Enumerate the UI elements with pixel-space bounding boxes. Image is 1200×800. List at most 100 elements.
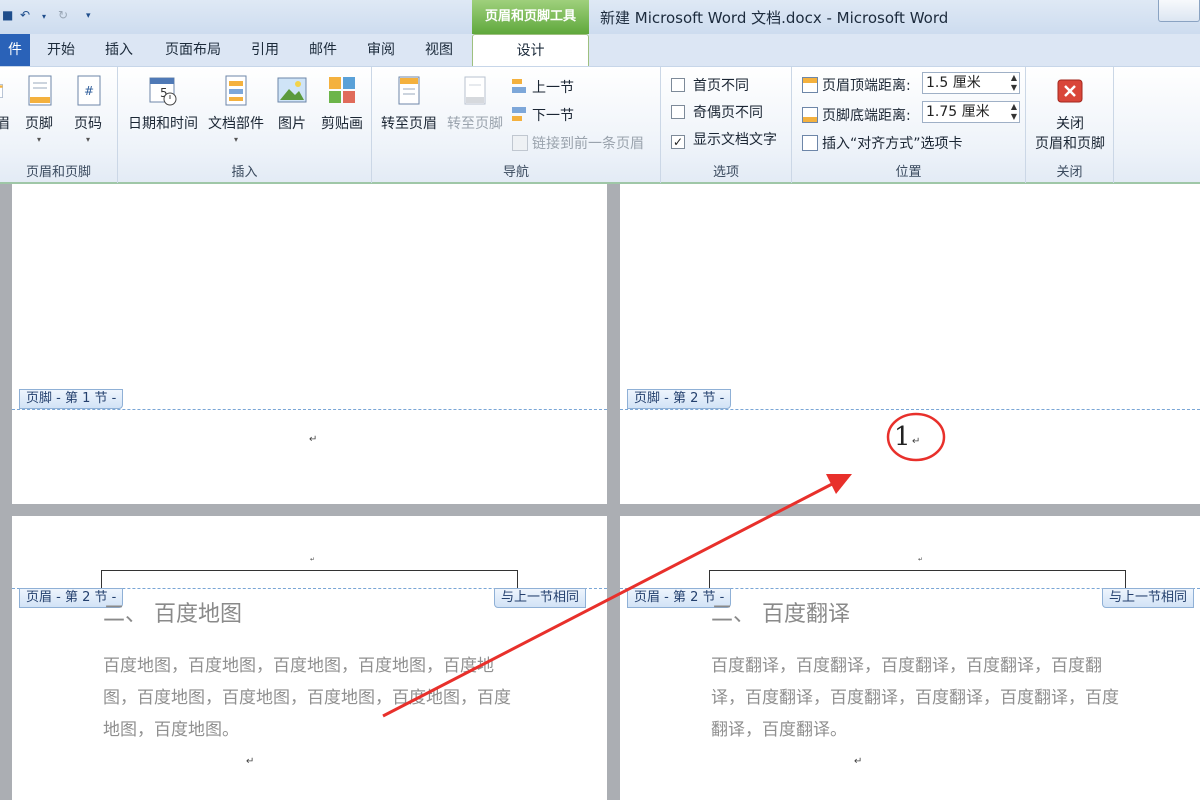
- footer-section-1-tag: 页脚 - 第 1 节 -: [19, 389, 124, 409]
- page-bottom-right[interactable]: ↵ 页眉 - 第 2 节 - 与上一节相同 二、 百度翻译 百度翻译，百度翻译，…: [620, 516, 1200, 800]
- body-paragraph[interactable]: 百度地图，百度地图，百度地图，百度地图，百度地图，百度地图，百度地图，百度地图，…: [103, 650, 523, 746]
- different-odd-even-checkbox[interactable]: 奇偶页不同: [671, 102, 763, 122]
- next-section-label: 下一节: [532, 108, 574, 124]
- different-first-page-checkbox[interactable]: 首页不同: [671, 75, 749, 95]
- go-to-header-button-label: 转至页眉: [381, 116, 437, 132]
- footer-section-2-tag: 页脚 - 第 2 节 -: [627, 389, 732, 409]
- page-top-left[interactable]: 页脚 - 第 1 节 - ↵: [12, 184, 607, 504]
- tab-review[interactable]: 审阅: [358, 34, 404, 66]
- page-number-dropdown-icon: ▾: [85, 135, 90, 144]
- picture-button-label: 图片: [278, 116, 306, 132]
- footer-bottom-icon: [802, 107, 818, 123]
- go-to-header-icon: [398, 76, 420, 105]
- group-label-header-footer: 页眉和页脚: [25, 165, 91, 180]
- footer-bottom-distance-value: 1.75 厘米: [926, 104, 990, 120]
- customize-toolbar-icon[interactable]: ▾: [86, 11, 91, 21]
- footer-icon: [28, 75, 52, 106]
- paragraph-mark: ↵: [854, 756, 863, 767]
- page-bottom-left[interactable]: ↵ 页眉 - 第 2 节 - 与上一节相同 二、 百度地图 百度地图，百度地图，…: [12, 516, 607, 800]
- page-top-right[interactable]: 页脚 - 第 2 节 - 1 ↵: [620, 184, 1200, 504]
- footer-bottom-distance-label: 页脚底端距离:: [802, 105, 911, 125]
- same-as-previous-tag: 与上一节相同: [1102, 588, 1195, 608]
- page-number-icon: #: [77, 75, 101, 106]
- close-icon: [1057, 79, 1083, 103]
- group-label-close: 关闭: [1056, 165, 1083, 180]
- header-top-distance-label: 页眉顶端距离:: [802, 75, 911, 95]
- quick-parts-button[interactable]: 文档部件 ▾: [204, 75, 268, 144]
- alignment-tab-icon: [802, 135, 818, 151]
- tab-page-layout[interactable]: 页面布局: [156, 34, 230, 66]
- close-label-line1: 关闭: [1056, 116, 1084, 132]
- footer-bottom-distance-input[interactable]: 1.75 厘米 ▲ ▼: [922, 101, 1020, 123]
- redo-icon[interactable]: ↻: [58, 8, 68, 22]
- date-time-button-label: 日期和时间: [128, 116, 198, 132]
- group-navigation: 转至页眉 转至页脚 上一节 下一节 链接到前一条页眉 导航: [372, 67, 661, 183]
- ribbon: 眉 页脚 ▾ # 页码 ▾ 页眉和页脚 5 日期和时间 文档部件 ▾ 图片 剪贴…: [0, 66, 1200, 184]
- next-section-icon: [512, 107, 528, 123]
- spin-arrows-icon[interactable]: ▲ ▼: [1011, 102, 1017, 122]
- header-footer-tools-label: 页眉和页脚工具: [472, 0, 589, 34]
- tab-view[interactable]: 视图: [416, 34, 462, 66]
- quick-parts-icon: [225, 75, 247, 106]
- link-to-previous-button[interactable]: 链接到前一条页眉: [512, 133, 644, 153]
- close-label-line2: 页眉和页脚: [1035, 136, 1105, 152]
- window-control-button[interactable]: [1158, 0, 1200, 22]
- save-icon[interactable]: ■: [2, 8, 13, 22]
- spin-arrows-icon[interactable]: ▲ ▼: [1011, 73, 1017, 93]
- tab-insert[interactable]: 插入: [96, 34, 142, 66]
- checkbox-box[interactable]: [671, 105, 685, 119]
- go-to-header-button[interactable]: 转至页眉: [376, 75, 442, 133]
- checkbox-checked[interactable]: ✓: [671, 135, 685, 149]
- insert-alignment-tab-button[interactable]: 插入“对齐方式”选项卡: [802, 133, 963, 153]
- page-number-button[interactable]: # 页码 ▾: [68, 75, 108, 144]
- body-paragraph[interactable]: 百度翻译，百度翻译，百度翻译，百度翻译，百度翻译，百度翻译，百度翻译，百度翻译，…: [711, 650, 1131, 746]
- group-close: 关闭 页眉和页脚 关闭: [1026, 67, 1114, 183]
- svg-text:#: #: [84, 84, 94, 98]
- footer-page-number[interactable]: 1: [894, 422, 911, 452]
- header-button[interactable]: 眉: [0, 75, 14, 133]
- checkbox-box[interactable]: [671, 78, 685, 92]
- footer-dropdown-icon: ▾: [36, 135, 41, 144]
- section-heading[interactable]: 二、 百度翻译: [711, 596, 850, 628]
- tab-mailings[interactable]: 邮件: [300, 34, 346, 66]
- footer-bottom-distance-text: 页脚底端距离:: [822, 108, 911, 124]
- header-top-distance-input[interactable]: 1.5 厘米 ▲ ▼: [922, 72, 1020, 94]
- previous-section-icon: [512, 79, 528, 95]
- go-to-footer-button[interactable]: 转至页脚: [442, 75, 508, 133]
- next-section-button[interactable]: 下一节: [512, 105, 574, 125]
- tab-file[interactable]: 件: [0, 34, 30, 66]
- picture-icon: [277, 77, 307, 103]
- different-odd-even-label: 奇偶页不同: [693, 105, 763, 121]
- footer-boundary: [620, 409, 1200, 410]
- show-document-text-checkbox[interactable]: ✓ 显示文档文字: [671, 129, 777, 149]
- date-time-button[interactable]: 5 日期和时间: [124, 75, 202, 133]
- header-paragraph-mark: ↵: [918, 556, 924, 563]
- calendar-clock-icon: 5: [149, 77, 177, 106]
- same-as-previous-tag: 与上一节相同: [494, 588, 587, 608]
- previous-section-button[interactable]: 上一节: [512, 77, 574, 97]
- undo-icon[interactable]: ↶: [20, 8, 30, 22]
- footer-button-label: 页脚: [25, 116, 53, 132]
- link-icon: [512, 135, 528, 151]
- go-to-footer-icon: [464, 76, 486, 105]
- tab-design[interactable]: 设计: [472, 34, 589, 66]
- header-icon: [0, 84, 3, 98]
- go-to-footer-button-label: 转至页脚: [447, 116, 503, 132]
- group-label-position: 位置: [895, 165, 922, 180]
- close-header-footer-button[interactable]: 关闭 页眉和页脚: [1026, 75, 1114, 153]
- tab-home[interactable]: 开始: [38, 34, 84, 66]
- footer-button[interactable]: 页脚 ▾: [20, 75, 58, 144]
- clip-art-icon: [329, 77, 355, 103]
- undo-dropdown-icon[interactable]: ▾: [42, 12, 46, 21]
- page-number-button-label: 页码: [74, 116, 102, 132]
- picture-button[interactable]: 图片: [270, 75, 314, 133]
- paragraph-mark: ↵: [309, 434, 318, 445]
- tab-references[interactable]: 引用: [242, 34, 288, 66]
- section-heading[interactable]: 二、 百度地图: [103, 596, 242, 628]
- clip-art-button[interactable]: 剪贴画: [316, 75, 368, 133]
- title-bar: ■ ↶ ▾ ↻ ▾ 页眉和页脚工具 新建 Microsoft Word 文档.d…: [0, 0, 1200, 34]
- header-paragraph-mark: ↵: [310, 556, 316, 563]
- header-top-distance-value: 1.5 厘米: [926, 75, 981, 91]
- document-area[interactable]: 页脚 - 第 1 节 - ↵ 页脚 - 第 2 节 - 1 ↵ ↵ 页眉 - 第…: [0, 184, 1200, 800]
- paragraph-mark: ↵: [912, 436, 921, 447]
